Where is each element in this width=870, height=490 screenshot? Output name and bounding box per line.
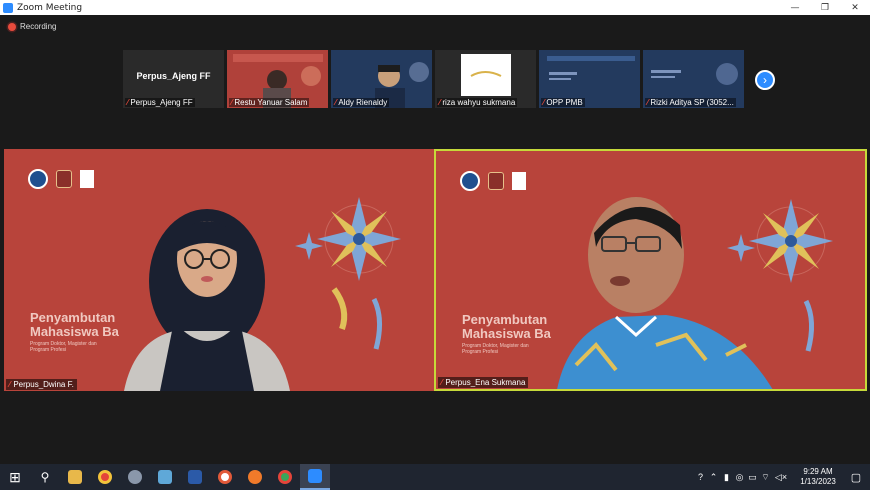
firefox-icon[interactable] <box>240 464 270 490</box>
participant-name-label: ⁄ OPP PMB <box>541 98 585 107</box>
help-icon[interactable]: ? <box>694 472 707 482</box>
app-icon[interactable] <box>120 464 150 490</box>
mic-muted-icon: ⁄ <box>441 378 443 387</box>
mic-muted-icon: ⁄ <box>231 98 233 107</box>
active-speaker-tile[interactable]: Penyambutan Mahasiswa Ba Program Doktor,… <box>434 149 867 391</box>
wifi-icon[interactable]: ⌔ <box>759 472 772 483</box>
participant-name-label: ⁄ Restu Yanuar Salam <box>229 98 310 107</box>
webcam-icon[interactable]: ◎ <box>733 472 746 483</box>
participant-name: Restu Yanuar Salam <box>234 98 308 107</box>
chevron-up-icon[interactable]: ⌃ <box>707 472 720 483</box>
mic-muted-icon: ⁄ <box>335 98 337 107</box>
system-tray: ? ⌃ ▮ ◎ ▭ ⌔ ◁× 9:29 AM 1/13/2023 ▢ <box>694 464 870 490</box>
participant-name: Perpus_Dwina F. <box>13 380 74 389</box>
chrome-icon[interactable] <box>270 464 300 490</box>
participant-name-label: ⁄ Perpus_Ena Sukmana <box>438 377 529 388</box>
participant-name-label: ⁄ Rizki Aditya SP (3052... <box>645 98 736 107</box>
recording-icon <box>8 22 16 31</box>
participant-thumbnail[interactable]: Perpus_Ajeng FF ⁄ Perpus_Ajeng FF <box>123 50 224 108</box>
participant-strip: Perpus_Ajeng FF ⁄ Perpus_Ajeng FF ⁄ Rest… <box>123 50 744 108</box>
participant-thumbnail[interactable]: ⁄ Restu Yanuar Salam <box>227 50 328 108</box>
zoom-app-icon <box>3 2 13 13</box>
display-icon[interactable]: ▭ <box>746 472 759 483</box>
chrome-icon[interactable] <box>90 464 120 490</box>
recording-label: Recording <box>20 22 57 31</box>
title-bar: Zoom Meeting — ❐ ✕ <box>0 0 870 15</box>
participant-name-label: ⁄ riza wahyu sukmana <box>437 98 518 107</box>
window-title: Zoom Meeting <box>17 2 83 13</box>
maximize-button[interactable]: ❐ <box>810 0 840 15</box>
app-circle-icon[interactable] <box>210 464 240 490</box>
welcome-subtitle: Program Doktor, Magister dan Program Pro… <box>30 341 97 353</box>
participant-name: Perpus_Ena Sukmana <box>445 378 526 387</box>
file-explorer-icon[interactable] <box>60 464 90 490</box>
notes-app-icon[interactable] <box>150 464 180 490</box>
participant-name-label: ⁄ Perpus_Dwina F. <box>6 379 77 390</box>
participant-thumbnail[interactable]: ⁄ riza wahyu sukmana <box>435 50 536 108</box>
start-button[interactable]: ⊞ <box>0 464 30 490</box>
windows-taskbar: ⊞ ⚲ ? ⌃ ▮ ◎ ▭ ⌔ ◁× 9:29 AM 1/13/2023 ▢ <box>0 464 870 490</box>
clock-date: 1/13/2023 <box>800 477 836 486</box>
zoom-icon[interactable] <box>300 464 330 490</box>
notification-icon[interactable]: ▢ <box>842 464 870 490</box>
clock-time: 9:29 AM <box>803 467 833 476</box>
next-page-button[interactable]: › <box>755 70 775 90</box>
participant-video <box>124 209 290 391</box>
participant-name: OPP PMB <box>546 98 583 107</box>
participant-thumbnail[interactable]: ⁄ Rizki Aditya SP (3052... <box>643 50 744 108</box>
participant-name-label: ⁄ Aldy Rienaldy <box>333 98 390 107</box>
mic-muted-icon: ⁄ <box>439 98 441 107</box>
mic-muted-icon: ⁄ <box>647 98 649 107</box>
system-clock[interactable]: 9:29 AM 1/13/2023 <box>794 467 842 487</box>
participant-name: Aldy Rienaldy <box>338 98 388 107</box>
participant-name: riza wahyu sukmana <box>442 98 516 107</box>
mic-muted-icon: ⁄ <box>127 98 129 107</box>
battery-icon[interactable]: ▮ <box>720 472 733 483</box>
welcome-subtitle: Program Doktor, Magister dan Program Pro… <box>462 343 529 355</box>
search-icon[interactable]: ⚲ <box>30 464 60 490</box>
mic-muted-icon: ⁄ <box>543 98 545 107</box>
participant-thumbnail[interactable]: ⁄ Aldy Rienaldy <box>331 50 432 108</box>
participant-thumbnail[interactable]: ⁄ OPP PMB <box>539 50 640 108</box>
video-tile[interactable]: Penyambutan Mahasiswa Ba Program Doktor,… <box>4 149 434 391</box>
mic-muted-icon: ⁄ <box>9 380 11 389</box>
word-icon[interactable] <box>180 464 210 490</box>
meeting-area: Recording Perpus_Ajeng FF ⁄ Perpus_Ajeng… <box>0 15 870 464</box>
participant-name-label: ⁄ Perpus_Ajeng FF <box>125 98 195 107</box>
participant-video <box>557 197 773 389</box>
minimize-button[interactable]: — <box>780 0 810 15</box>
participant-display-name: Perpus_Ajeng FF <box>136 71 211 81</box>
participant-name: Perpus_Ajeng FF <box>130 98 193 107</box>
participant-name: Rizki Aditya SP (3052... <box>650 98 734 107</box>
volume-muted-icon[interactable]: ◁× <box>772 472 790 483</box>
close-button[interactable]: ✕ <box>840 0 870 15</box>
recording-indicator[interactable]: Recording <box>8 22 56 31</box>
